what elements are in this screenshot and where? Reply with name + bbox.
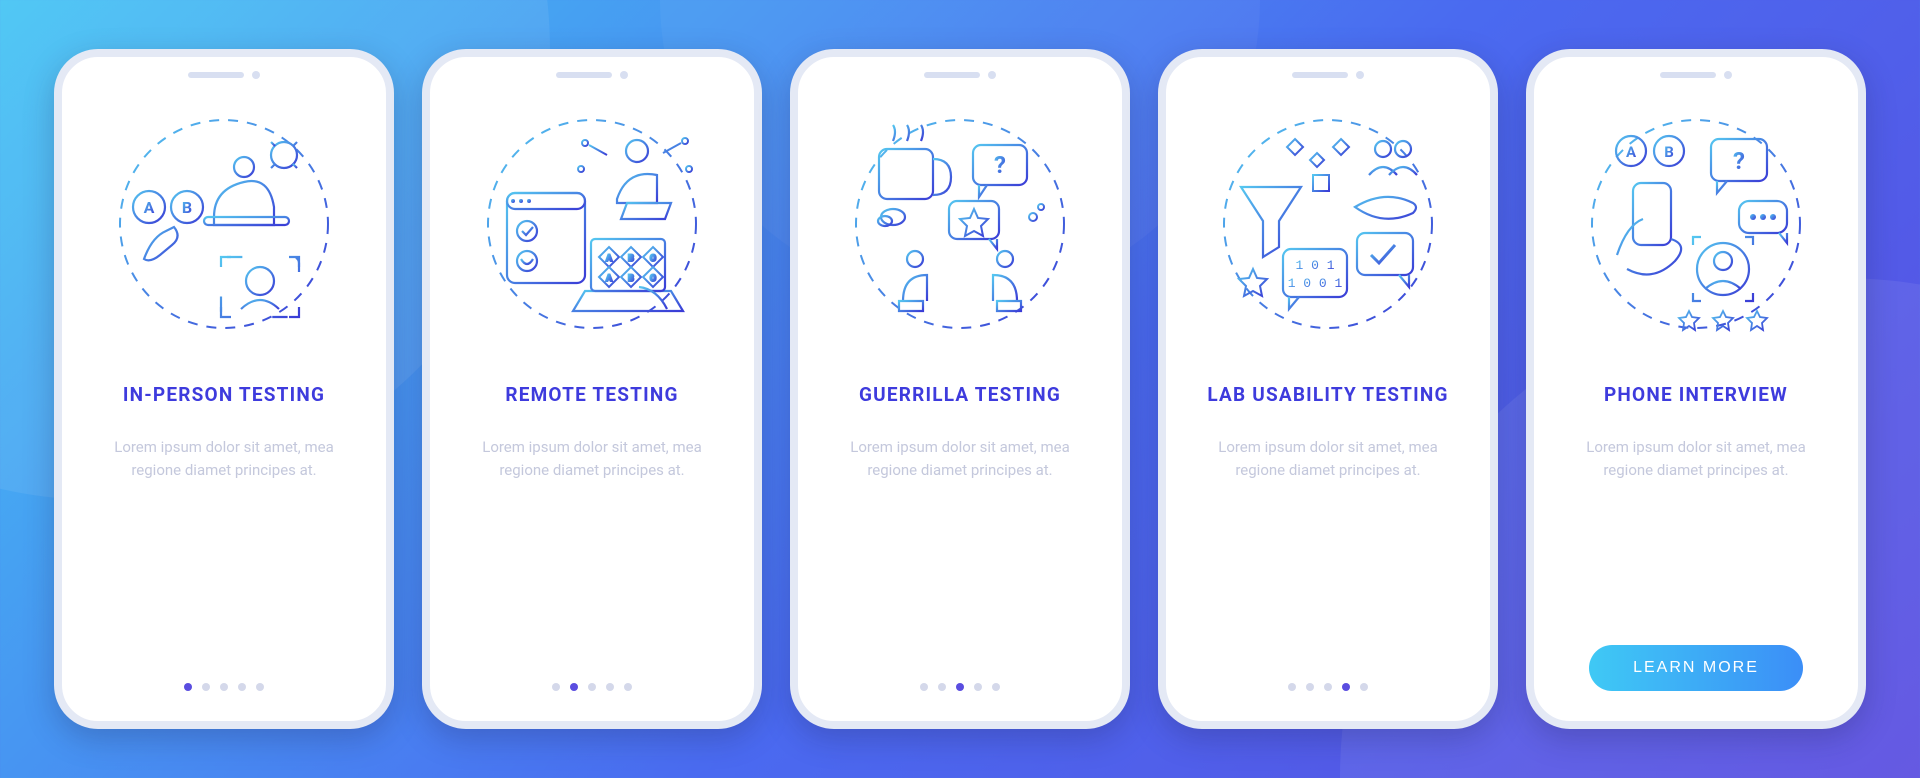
svg-text:A: A [1626,143,1637,161]
learn-more-button[interactable]: LEARN MORE [1589,645,1803,691]
dot[interactable] [184,683,192,691]
phone-lab: 1 0 1 1 0 0 1 LAB USABILITY TESTING Lore… [1158,49,1498,729]
screen-desc: Lorem ipsum dolor sit amet, mea regione … [94,436,354,483]
svg-text:B: B [1664,143,1674,161]
dot[interactable] [992,683,1000,691]
phone-notch [1292,71,1364,79]
dot[interactable] [220,683,228,691]
dot[interactable] [920,683,928,691]
dot[interactable] [1342,683,1350,691]
dot[interactable] [238,683,246,691]
lab-usability-testing-icon: 1 0 1 1 0 0 1 [1213,109,1443,339]
svg-text:1 0 1: 1 0 1 [1295,258,1334,273]
svg-text:A: A [606,274,613,284]
onboarding-stage: A B IN-PERSON TESTING Lorem ipsum dolor … [0,0,1920,778]
svg-text:B: B [628,274,634,284]
phone-in-person: A B IN-PERSON TESTING Lorem ipsum dolor … [54,49,394,729]
screen-title: IN-PERSON TESTING [123,383,325,406]
screen-title: LAB USABILITY TESTING [1207,383,1448,406]
svg-text:C: C [650,254,656,264]
dot[interactable] [202,683,210,691]
dot[interactable] [624,683,632,691]
dot[interactable] [256,683,264,691]
screen-title: REMOTE TESTING [505,383,678,406]
dot[interactable] [552,683,560,691]
svg-text:C: C [650,274,656,284]
phone-remote: A B C A B C REMOTE TESTING Lorem ipsum d… [422,49,762,729]
dot[interactable] [1360,683,1368,691]
screen-title: PHONE INTERVIEW [1604,383,1788,406]
screen-desc: Lorem ipsum dolor sit amet, mea regione … [1198,436,1458,483]
phone-notch [556,71,628,79]
dot[interactable] [1306,683,1314,691]
dot[interactable] [974,683,982,691]
in-person-testing-icon: A B [109,109,339,339]
svg-text:A: A [606,254,613,264]
phone-guerrilla: ? GUERRILLA TESTING Lorem ipsum dolor si… [790,49,1130,729]
svg-text:?: ? [1733,147,1745,175]
phone-phone-interview: A B ? [1526,49,1866,729]
phone-interview-icon: A B ? [1581,109,1811,339]
dot[interactable] [956,683,964,691]
screen-desc: Lorem ipsum dolor sit amet, mea regione … [830,436,1090,483]
screen-desc: Lorem ipsum dolor sit amet, mea regione … [1566,436,1826,483]
dot[interactable] [938,683,946,691]
svg-text:B: B [182,198,192,217]
screen-title: GUERRILLA TESTING [859,383,1061,406]
pagination-dots [920,683,1000,697]
svg-text:1 0 0 1: 1 0 0 1 [1288,276,1343,291]
pagination-dots [1288,683,1368,697]
svg-text:B: B [628,254,634,264]
pagination-dots [184,683,264,697]
svg-text:A: A [144,198,155,217]
phone-notch [1660,71,1732,79]
dot[interactable] [1324,683,1332,691]
svg-text:?: ? [994,151,1006,179]
dot[interactable] [606,683,614,691]
dot[interactable] [1288,683,1296,691]
remote-testing-icon: A B C A B C [477,109,707,339]
screen-desc: Lorem ipsum dolor sit amet, mea regione … [462,436,722,483]
pagination-dots [552,683,632,697]
dot[interactable] [588,683,596,691]
phone-notch [188,71,260,79]
dot[interactable] [570,683,578,691]
guerrilla-testing-icon: ? [845,109,1075,339]
phone-notch [924,71,996,79]
